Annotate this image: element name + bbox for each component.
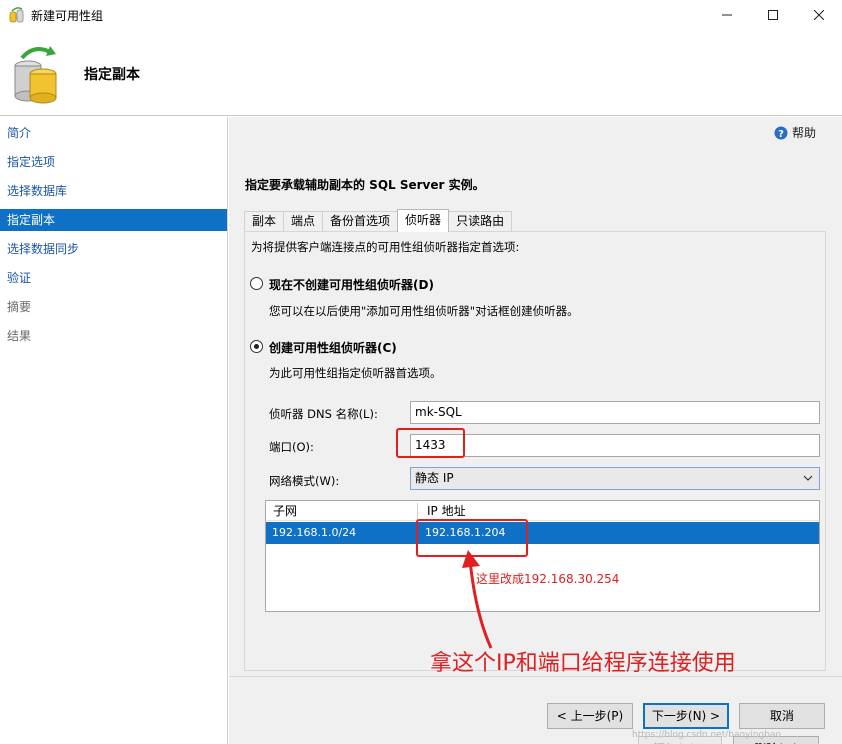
annotation-main-note: 拿这个IP和端口给程序连接使用 bbox=[430, 651, 736, 676]
tab-listener[interactable]: 侦听器 bbox=[397, 209, 450, 232]
watermark: https://blog.csdn.net/baoyingbao bbox=[632, 730, 781, 740]
annotation-ip-note: 这里改成192.168.30.254 bbox=[476, 572, 620, 586]
annotation-arrow-icon bbox=[462, 550, 493, 649]
